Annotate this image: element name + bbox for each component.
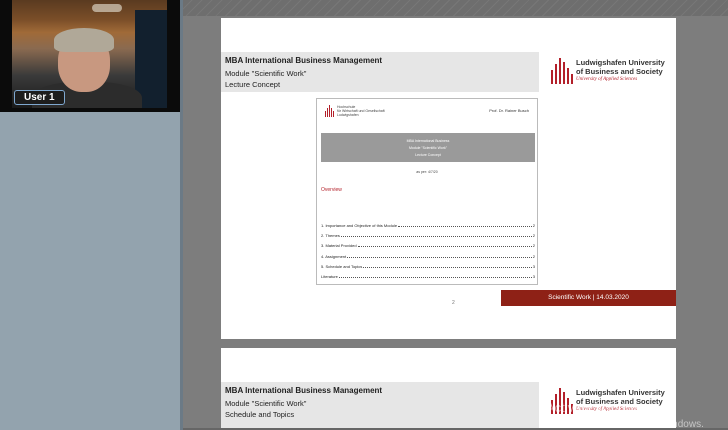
university-logo-icon xyxy=(551,58,573,84)
slide-page-2: MBA International Business Management Mo… xyxy=(221,348,676,430)
person-hair xyxy=(54,28,114,52)
slide-title: MBA International Business Management xyxy=(225,386,383,395)
logo-tagline: University of Applied Sciences xyxy=(576,77,638,82)
document-date: as per: 4/7/20 xyxy=(416,170,438,174)
school-logo: Hochschule für Wirtschaft und Gesellscha… xyxy=(325,105,395,119)
activation-watermark-title: Activate Windows xyxy=(546,400,649,415)
slide-page-1: MBA International Business Management Mo… xyxy=(221,18,676,339)
logo-line-2: of Business and Society xyxy=(576,67,663,76)
participant-name-label: User 1 xyxy=(14,90,65,105)
logo-line-1: Ludwigshafen University xyxy=(576,388,665,397)
overview-heading: Overview xyxy=(321,187,342,193)
slide-subtitle: Lecture Concept xyxy=(225,80,281,89)
toc-entry: 4. Assignment 2 xyxy=(321,253,535,259)
document-title-2: Module "Scientific Work" xyxy=(408,146,448,150)
embedded-document: Hochschule für Wirtschaft und Gesellscha… xyxy=(316,98,538,285)
document-title-3: Lecture Concept xyxy=(415,153,441,157)
slide-header: MBA International Business Management Mo… xyxy=(221,52,539,92)
slide-subtitle: Schedule and Topics xyxy=(225,410,295,419)
slide-title: MBA International Business Management xyxy=(225,56,383,65)
document-author: Prof. Dr. Rainer Busch xyxy=(489,108,529,113)
school-name-3: Ludwigshafen xyxy=(337,113,359,117)
ceiling-lamp xyxy=(92,4,122,12)
logo-line-1: Ludwigshafen University xyxy=(576,58,665,67)
document-toolbar-strip xyxy=(183,0,728,16)
slide-module: Module "Scientific Work" xyxy=(225,69,307,78)
page-number: 2 xyxy=(452,300,455,306)
school-logo-icon xyxy=(325,105,335,117)
participant-video-tile[interactable]: User 1 xyxy=(0,0,180,112)
slide-header: MBA International Business Management Mo… xyxy=(221,382,539,430)
university-logo: Ludwigshafen University of Business and … xyxy=(551,56,671,90)
toc-entry: 3. Material Provided 2 xyxy=(321,243,535,249)
toc-entry: 1. Importance and Objective of this Modu… xyxy=(321,223,535,228)
document-title-box: MBA International Business Module "Scien… xyxy=(321,133,535,162)
document-title-1: MBA International Business xyxy=(406,139,450,143)
toc-entry: Literature 3 xyxy=(321,273,535,279)
toc-entry: 2. Themes 2 xyxy=(321,233,535,239)
slide-footer: Scientific Work | 14.03.2020 xyxy=(501,290,676,306)
participants-panel: User 1 xyxy=(0,0,180,430)
slide-module: Module "Scientific Work" xyxy=(225,399,307,408)
table-of-contents: 1. Importance and Objective of this Modu… xyxy=(321,223,535,284)
toc-entry: 5. Schedule and Topics 3 xyxy=(321,263,535,269)
